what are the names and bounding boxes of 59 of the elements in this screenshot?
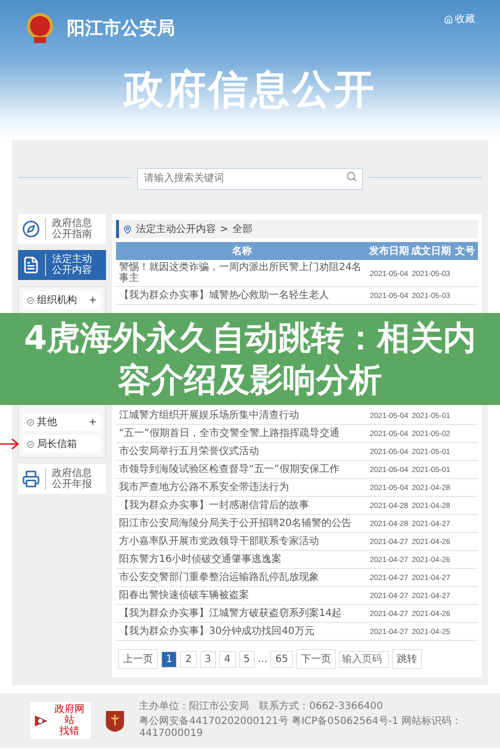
column-header: 成文日期 xyxy=(410,244,452,258)
article-title[interactable]: 市领导到海陵试验区检查督导“五一”假期安保工作 xyxy=(116,464,368,475)
circle-icon xyxy=(27,418,34,426)
page-button[interactable]: 65 xyxy=(270,650,294,668)
article-title[interactable]: 【我为群众办实事】一封感谢信背后的故事 xyxy=(116,500,368,511)
column-header: 名称 xyxy=(231,244,253,258)
site-name: 阳江市公安局 xyxy=(67,17,175,40)
article-title[interactable]: 阳东警方16小时侦破交通肇事逃逸案 xyxy=(116,554,368,565)
article-title[interactable]: 市公安交警部门重拳整治运输路乱停乱放现象 xyxy=(116,572,368,583)
circle-icon xyxy=(27,440,34,448)
banner-title: 4虎海外永久自动跳转：相关内容介绍及影响分析 xyxy=(23,317,477,401)
expand-sign[interactable]: + xyxy=(88,294,97,306)
breadcrumb-link[interactable]: 全部 xyxy=(232,222,252,236)
circle-icon xyxy=(27,296,34,304)
sidebar-card[interactable]: 政府信息 公开年报 xyxy=(18,464,106,494)
page-button[interactable]: 4 xyxy=(219,650,236,668)
breadcrumb-separator: > xyxy=(220,224,228,234)
article-title[interactable]: 我市严查地方公路不系安全带违法行为 xyxy=(116,482,368,493)
article-title[interactable]: 【我为群众办实事】江城警方破获盗窃系列案14起 xyxy=(116,608,368,619)
expand-sign[interactable]: + xyxy=(88,416,97,428)
footer-text: 粤公网安备44170202000121号 粤ICP备05062564号-1 网站标识码：4417000019 xyxy=(139,716,462,740)
search-icon xyxy=(346,171,357,182)
page-title: 政府信息公开 xyxy=(122,66,377,115)
error-report-badge[interactable]: 政府网站 找错 xyxy=(30,702,92,739)
next-page-button[interactable]: 下一页 xyxy=(296,649,336,669)
article-title[interactable]: 【我为群众办实事】30分钟成功找回40万元 xyxy=(116,626,368,637)
jump-button[interactable]: 跳转 xyxy=(392,649,422,669)
page-button[interactable]: 1 xyxy=(161,650,178,668)
article-title[interactable]: 市公安局举行五月荣誉仪式活动 xyxy=(116,446,368,457)
sidebar-card[interactable]: 法定主动 公开内容 xyxy=(18,250,106,280)
location-icon xyxy=(123,224,132,234)
column-header: 发布日期 xyxy=(368,244,410,258)
column-header: 文号 xyxy=(454,244,476,258)
article-title[interactable]: 江城警方组织开展娱乐场所集中清查行动 xyxy=(116,410,368,421)
page-ellipsis: ... xyxy=(258,654,268,664)
article-title[interactable]: 警惕！就因这类诈骗，一周内派出所民警上门劝阻24名事主 xyxy=(116,262,368,284)
page-button[interactable]: 3 xyxy=(200,650,216,668)
home-icon xyxy=(444,14,453,24)
sidebar-menu-item[interactable]: 其他 + xyxy=(23,413,101,431)
article-title[interactable]: 【我为群众办实事】城警热心救助一名轻生老人 xyxy=(116,290,368,301)
prev-page-button[interactable]: 上一页 xyxy=(118,649,158,669)
card-icon xyxy=(22,220,40,238)
emblem-icon xyxy=(25,12,55,44)
card-icon xyxy=(22,470,40,488)
sidebar-card[interactable]: 政府信息 公开指南 xyxy=(18,214,106,244)
sidebar-menu-item[interactable]: 组织机构 + xyxy=(23,291,101,309)
page-number-field[interactable]: 输入页码 xyxy=(339,650,390,668)
article-title[interactable]: 阳春出警快速侦破车辆被盗案 xyxy=(116,590,368,601)
article-title[interactable]: 方小嘉率队开展市党政领导干部联系专家活动 xyxy=(116,536,368,547)
page-button[interactable]: 5 xyxy=(238,650,255,668)
sidebar-menu-item[interactable]: 局长信箱 xyxy=(23,435,101,453)
card-icon xyxy=(22,256,40,274)
pointer-arrow xyxy=(0,438,20,450)
footer-text: 主办单位：阳江市公安局 联系方式：0662-3366400 xyxy=(139,701,384,713)
article-title[interactable]: 阳江市公安局海陵分局关于公开招聘20名辅警的公告 xyxy=(116,518,368,529)
search-field[interactable]: 请输入搜索关键词 xyxy=(137,168,363,190)
page-button[interactable]: 2 xyxy=(180,650,197,668)
breadcrumb-link[interactable]: 法定主动公开内容 xyxy=(136,222,216,236)
article-title[interactable]: “五一”假期首日，全市交警全警上路指挥疏导交通 xyxy=(116,428,368,439)
